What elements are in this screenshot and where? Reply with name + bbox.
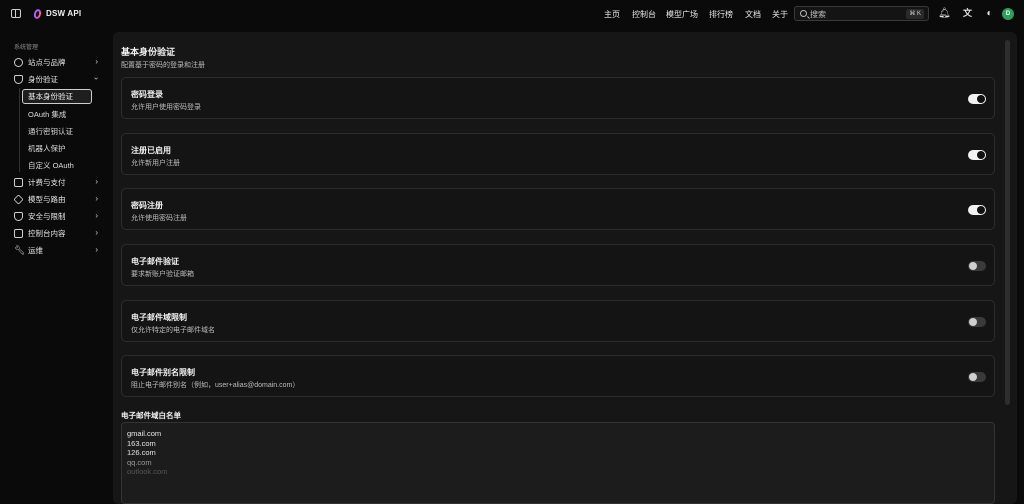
page-title: 基本身份验证	[121, 47, 176, 57]
sidebar-item-label: 计费与支付	[28, 177, 66, 187]
toggle-knob	[977, 151, 985, 159]
nav-home[interactable]: 主页	[604, 9, 620, 20]
setting-registration-enabled: 注册已启用 允许新用户注册	[121, 133, 995, 175]
sidebar-item-label: 身份验证	[28, 74, 58, 84]
whitelist-label: 电子邮件域白名单	[121, 411, 181, 420]
translate-icon[interactable]: 文	[962, 8, 973, 19]
sidebar-item-label: 运维	[28, 245, 43, 255]
sidebar-item-label: 模型与路由	[28, 194, 66, 204]
sidebar-item-site-brand[interactable]: 站点与品牌 ›	[14, 55, 100, 69]
bell-icon[interactable]: 🔔︎	[938, 8, 951, 19]
setting-description: 允许新用户注册	[131, 160, 180, 167]
sidebar-sub-custom-oauth[interactable]: 自定义 OAuth	[28, 160, 74, 171]
scrollbar[interactable]	[1005, 40, 1010, 405]
toggle-knob	[969, 373, 977, 381]
gear-icon	[14, 57, 23, 67]
brand-name[interactable]: DSW API	[46, 9, 81, 18]
setting-email-alias-restriction: 电子邮件别名限制 阻止电子邮件别名（例如，user+alias@domain.c…	[121, 355, 995, 397]
sidebar-section-title: 系统管理	[14, 45, 39, 51]
palette-icon[interactable]: ◐	[984, 8, 995, 19]
search-shortcut: ⌘ K	[906, 9, 924, 19]
setting-description: 阻止电子邮件别名（例如，user+alias@domain.com）	[131, 382, 300, 389]
setting-title: 电子邮件别名限制	[131, 368, 195, 377]
chevron-right-icon: ›	[95, 211, 98, 220]
sidebar: 系统管理 站点与品牌 › 身份验证 › 基本身份验证 OAuth 集成 通行密钥…	[0, 28, 110, 504]
sidebar-sub-bot-protection[interactable]: 机器人保护	[28, 143, 66, 154]
chevron-down-icon: ›	[92, 77, 102, 80]
setting-email-domain-restriction: 电子邮件域限制 仅允许特定的电子邮件域名	[121, 300, 995, 342]
setting-title: 注册已启用	[131, 146, 171, 155]
settings-panel: 基本身份验证 配置基于密码的登录和注册 密码登录 允许用户使用密码登录 注册已启…	[113, 32, 1017, 504]
cube-icon	[13, 193, 24, 205]
sidebar-item-billing[interactable]: 计费与支付 ›	[14, 175, 100, 189]
email-verification-toggle[interactable]	[968, 261, 986, 271]
whitelist-domain: qq.com	[127, 457, 152, 467]
password-registration-toggle[interactable]	[968, 205, 986, 215]
sidebar-sub-oauth[interactable]: OAuth 集成	[28, 109, 66, 120]
sidebar-item-ops[interactable]: 🔧︎ 运维 ›	[14, 243, 100, 257]
sidebar-item-console-content[interactable]: 控制台内容 ›	[14, 226, 100, 240]
sidebar-item-models[interactable]: 模型与路由 ›	[13, 192, 100, 206]
sidebar-item-label: 控制台内容	[28, 228, 66, 238]
card-icon	[14, 177, 23, 187]
sidebar-toggle-icon[interactable]	[11, 9, 21, 18]
toggle-knob	[977, 95, 985, 103]
sidebar-sub-passkey[interactable]: 通行密钥认证	[28, 126, 73, 137]
whitelist-domain: 163.com	[127, 438, 156, 448]
avatar[interactable]: D	[1002, 8, 1014, 20]
shield-icon	[14, 74, 23, 84]
chevron-right-icon: ›	[95, 177, 98, 186]
brand-logo-icon[interactable]	[32, 8, 43, 20]
search-icon	[800, 10, 807, 17]
whitelist-domain: outlook.com	[127, 467, 168, 476]
sidebar-item-label: 安全与限制	[28, 211, 66, 221]
setting-title: 密码注册	[131, 201, 163, 210]
submenu-guide-line	[19, 88, 20, 172]
email-domain-restriction-toggle[interactable]	[968, 317, 986, 327]
search-input[interactable]: 搜索 ⌘ K	[794, 6, 929, 21]
whitelist-domain: 126.com	[127, 448, 156, 457]
top-bar: DSW API 主页 控制台 模型广场 排行榜 文档 关于 搜索 ⌘ K 🔔︎ …	[0, 0, 1024, 28]
email-domain-whitelist-textarea[interactable]: gmail.com 163.com 126.com qq.com outlook…	[121, 422, 995, 504]
setting-password-registration: 密码注册 允许使用密码注册	[121, 188, 995, 230]
sidebar-item-security[interactable]: 安全与限制 ›	[14, 209, 100, 223]
setting-title: 电子邮件域限制	[131, 313, 187, 322]
sidebar-item-auth[interactable]: 身份验证 ›	[14, 72, 102, 86]
chevron-right-icon: ›	[95, 57, 98, 66]
nav-leaderboard[interactable]: 排行榜	[709, 9, 733, 20]
setting-email-verification: 电子邮件验证 要求新账户验证邮箱	[121, 244, 995, 286]
shield-icon	[14, 211, 23, 221]
setting-description: 允许使用密码注册	[131, 215, 187, 222]
toggle-knob	[969, 318, 977, 326]
chevron-right-icon: ›	[95, 228, 98, 237]
toggle-knob	[977, 206, 985, 214]
search-placeholder: 搜索	[810, 10, 826, 19]
wrench-icon: 🔧︎	[14, 244, 26, 255]
nav-about[interactable]: 关于	[772, 9, 788, 20]
page-description: 配置基于密码的登录和注册	[121, 62, 205, 69]
nav-model-square[interactable]: 模型广场	[666, 9, 698, 20]
nav-console[interactable]: 控制台	[632, 9, 656, 20]
setting-password-login: 密码登录 允许用户使用密码登录	[121, 77, 995, 119]
chevron-right-icon: ›	[95, 194, 98, 203]
sidebar-sub-basic-auth[interactable]: 基本身份验证	[22, 89, 92, 104]
layout-icon	[14, 228, 23, 238]
sidebar-item-label: 站点与品牌	[28, 57, 66, 67]
setting-description: 允许用户使用密码登录	[131, 104, 201, 111]
registration-toggle[interactable]	[968, 150, 986, 160]
setting-title: 密码登录	[131, 90, 163, 99]
setting-title: 电子邮件验证	[131, 257, 179, 266]
password-login-toggle[interactable]	[968, 94, 986, 104]
email-alias-restriction-toggle[interactable]	[968, 372, 986, 382]
setting-description: 仅允许特定的电子邮件域名	[131, 327, 215, 334]
chevron-right-icon: ›	[95, 245, 98, 254]
toggle-knob	[969, 262, 977, 270]
nav-docs[interactable]: 文档	[745, 9, 761, 20]
setting-description: 要求新账户验证邮箱	[131, 271, 194, 278]
whitelist-domain: gmail.com	[127, 429, 162, 438]
